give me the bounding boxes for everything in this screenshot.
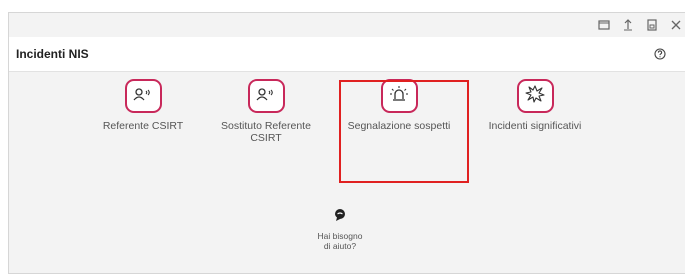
tile-label: Segnalazione sospetti <box>347 120 451 132</box>
window-controls <box>597 16 683 34</box>
save-icon[interactable] <box>645 18 659 32</box>
restore-icon[interactable] <box>597 18 611 32</box>
close-icon[interactable] <box>669 18 683 32</box>
tile-icon-box <box>247 79 285 113</box>
tile-icon-box <box>380 79 418 113</box>
tile-icon-box <box>124 79 162 113</box>
page-title: Incidenti NIS <box>16 47 89 61</box>
tile-label: Sostituto Referente CSIRT <box>221 120 311 144</box>
alarm-siren-icon <box>389 85 409 108</box>
help-text-line1: Hai bisogno <box>317 231 363 241</box>
user-signal-icon <box>256 87 276 106</box>
upload-icon[interactable] <box>621 18 635 32</box>
explosion-icon <box>525 84 545 108</box>
tile-segnalazione-sospetti[interactable]: Segnalazione sospetti <box>344 79 454 132</box>
panel-header: Incidenti NIS <box>9 37 685 72</box>
tile-icon-box <box>516 79 554 113</box>
help-text-line2: di aiuto? <box>323 241 357 251</box>
tile-label: Referente CSIRT <box>102 120 184 132</box>
user-signal-icon <box>133 87 153 106</box>
tile-referente-csirt[interactable]: Referente CSIRT <box>88 79 198 132</box>
chat-bubble-icon <box>333 209 347 226</box>
help-widget[interactable]: Hai bisogno di aiuto? <box>290 208 390 251</box>
tile-sostituto-referente-csirt[interactable]: Sostituto Referente CSIRT <box>211 79 321 144</box>
tile-label: Incidenti significativi <box>488 120 582 132</box>
question-circle-icon[interactable] <box>653 47 667 61</box>
tile-incidenti-significativi[interactable]: Incidenti significativi <box>480 79 590 132</box>
